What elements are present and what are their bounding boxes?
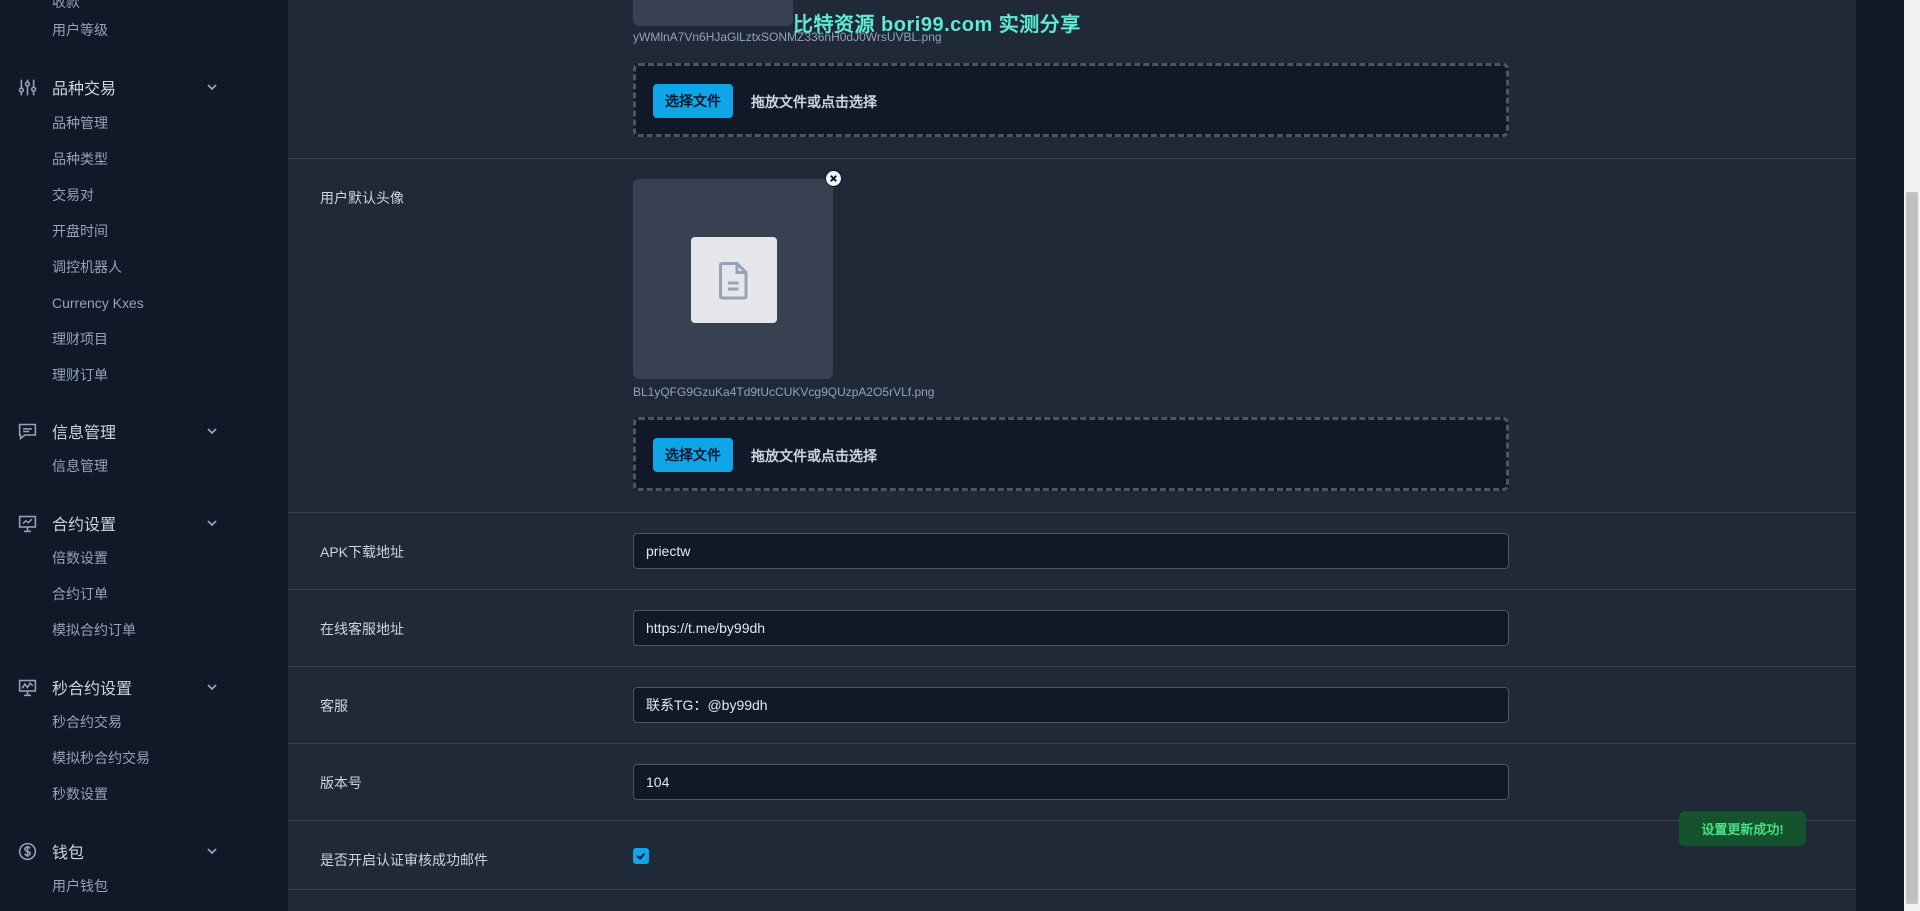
divider <box>288 889 1856 890</box>
customer-service-input[interactable] <box>633 687 1509 723</box>
check-icon <box>636 852 646 860</box>
sidebar-item-finance-project[interactable]: 理财项目 <box>52 329 108 349</box>
avatar-dropzone[interactable]: 选择文件 拖放文件或点击选择 <box>633 417 1509 491</box>
close-icon <box>830 175 837 182</box>
divider <box>288 589 1856 590</box>
sidebar-group-contract[interactable]: 合约设置 <box>0 508 288 538</box>
sidebar-group-info[interactable]: 信息管理 <box>0 416 288 446</box>
sidebar-group-varieties[interactable]: 品种交易 <box>0 72 288 102</box>
sidebar-item-open-time[interactable]: 开盘时间 <box>52 221 108 241</box>
sidebar-item-cut[interactable]: 收款 <box>52 0 80 12</box>
sidebar-item-multiplier[interactable]: 倍数设置 <box>52 548 108 568</box>
sidebar-item-sim-contract-order[interactable]: 模拟合约订单 <box>52 620 136 640</box>
sidebar-group-label: 钱包 <box>52 845 85 862</box>
avatar-label: 用户默认头像 <box>320 190 404 206</box>
file-placeholder <box>691 237 777 323</box>
sidebar-group-wallet[interactable]: 钱包 <box>0 836 288 866</box>
sidebar-group-label: 信息管理 <box>52 425 117 442</box>
dropzone-text: 拖放文件或点击选择 <box>751 448 877 464</box>
version-label: 版本号 <box>320 775 362 791</box>
chevron-down-icon <box>207 428 217 435</box>
settings-form: yWMlnA7Vn6HJaGlLztxSONMZ336nH0dJ0WrsUVBL… <box>288 0 1856 911</box>
message-icon <box>18 423 37 441</box>
scrollbar-thumb[interactable] <box>1906 192 1918 904</box>
chevron-down-icon <box>207 684 217 691</box>
file-name: BL1yQFG9GzuKa4Td9tUcCUKVcg9QUzpA2O5rVLf.… <box>633 385 935 399</box>
version-input[interactable] <box>633 764 1509 800</box>
chevron-down-icon <box>207 84 217 91</box>
dollar-icon <box>18 842 37 861</box>
sidebar-item-second-trade[interactable]: 秒合约交易 <box>52 712 122 732</box>
watermark: 比特资源 bori99.com 实测分享 <box>793 14 1081 36</box>
sidebar-item-variety-manage[interactable]: 品种管理 <box>52 113 108 133</box>
apk-label: APK下载地址 <box>320 544 405 560</box>
divider <box>288 512 1856 513</box>
sidebar-group-label: 合约设置 <box>52 517 117 534</box>
sidebar-item-sim-second-trade[interactable]: 模拟秒合约交易 <box>52 748 150 768</box>
file-dropzone[interactable]: 选择文件 拖放文件或点击选择 <box>633 63 1509 137</box>
sidebar-item-trading-pair[interactable]: 交易对 <box>52 185 94 205</box>
dropzone-text: 拖放文件或点击选择 <box>751 94 877 110</box>
sliders-icon <box>18 79 37 96</box>
sidebar-item-currency-kxes[interactable]: Currency Kxes <box>52 293 144 313</box>
divider <box>288 666 1856 667</box>
customer-service-label: 客服 <box>320 698 348 714</box>
sidebar-item-finance-order[interactable]: 理财订单 <box>52 365 108 385</box>
chart-board-icon <box>18 679 37 697</box>
presentation-icon <box>18 515 37 533</box>
sidebar-item-seconds-setting[interactable]: 秒数设置 <box>52 784 108 804</box>
sidebar-item-variety-type[interactable]: 品种类型 <box>52 149 108 169</box>
sidebar-group-label: 秒合约设置 <box>52 681 133 698</box>
choose-file-button[interactable]: 选择文件 <box>653 438 733 472</box>
avatar-preview <box>633 179 833 379</box>
sidebar-item-control-robot[interactable]: 调控机器人 <box>52 257 122 277</box>
email-toggle-checkbox[interactable] <box>633 848 649 864</box>
image-preview <box>633 0 793 26</box>
divider <box>288 158 1856 159</box>
chevron-down-icon <box>207 848 217 855</box>
sidebar: 收款 用户等级 品种交易 品种管理 品种类型 交易对 开盘时间 调控机器人 Cu… <box>0 0 288 911</box>
sidebar-group-second-contract[interactable]: 秒合约设置 <box>0 672 288 702</box>
email-toggle-label: 是否开启认证审核成功邮件 <box>320 852 488 868</box>
divider <box>288 820 1856 821</box>
divider <box>288 743 1856 744</box>
service-url-label: 在线客服地址 <box>320 621 404 637</box>
service-url-input[interactable] <box>633 610 1509 646</box>
sidebar-item-user-wallet[interactable]: 用户钱包 <box>52 876 108 896</box>
sidebar-item-info-manage[interactable]: 信息管理 <box>52 456 108 476</box>
chevron-down-icon <box>207 520 217 527</box>
document-icon <box>719 262 748 300</box>
choose-file-button[interactable]: 选择文件 <box>653 84 733 118</box>
sidebar-item-user-level[interactable]: 用户等级 <box>52 20 108 40</box>
sidebar-item-contract-order[interactable]: 合约订单 <box>52 584 108 604</box>
sidebar-group-label: 品种交易 <box>52 81 117 98</box>
success-toast: 设置更新成功! <box>1679 811 1806 846</box>
remove-image-button[interactable] <box>825 170 842 187</box>
apk-url-input[interactable] <box>633 533 1509 569</box>
